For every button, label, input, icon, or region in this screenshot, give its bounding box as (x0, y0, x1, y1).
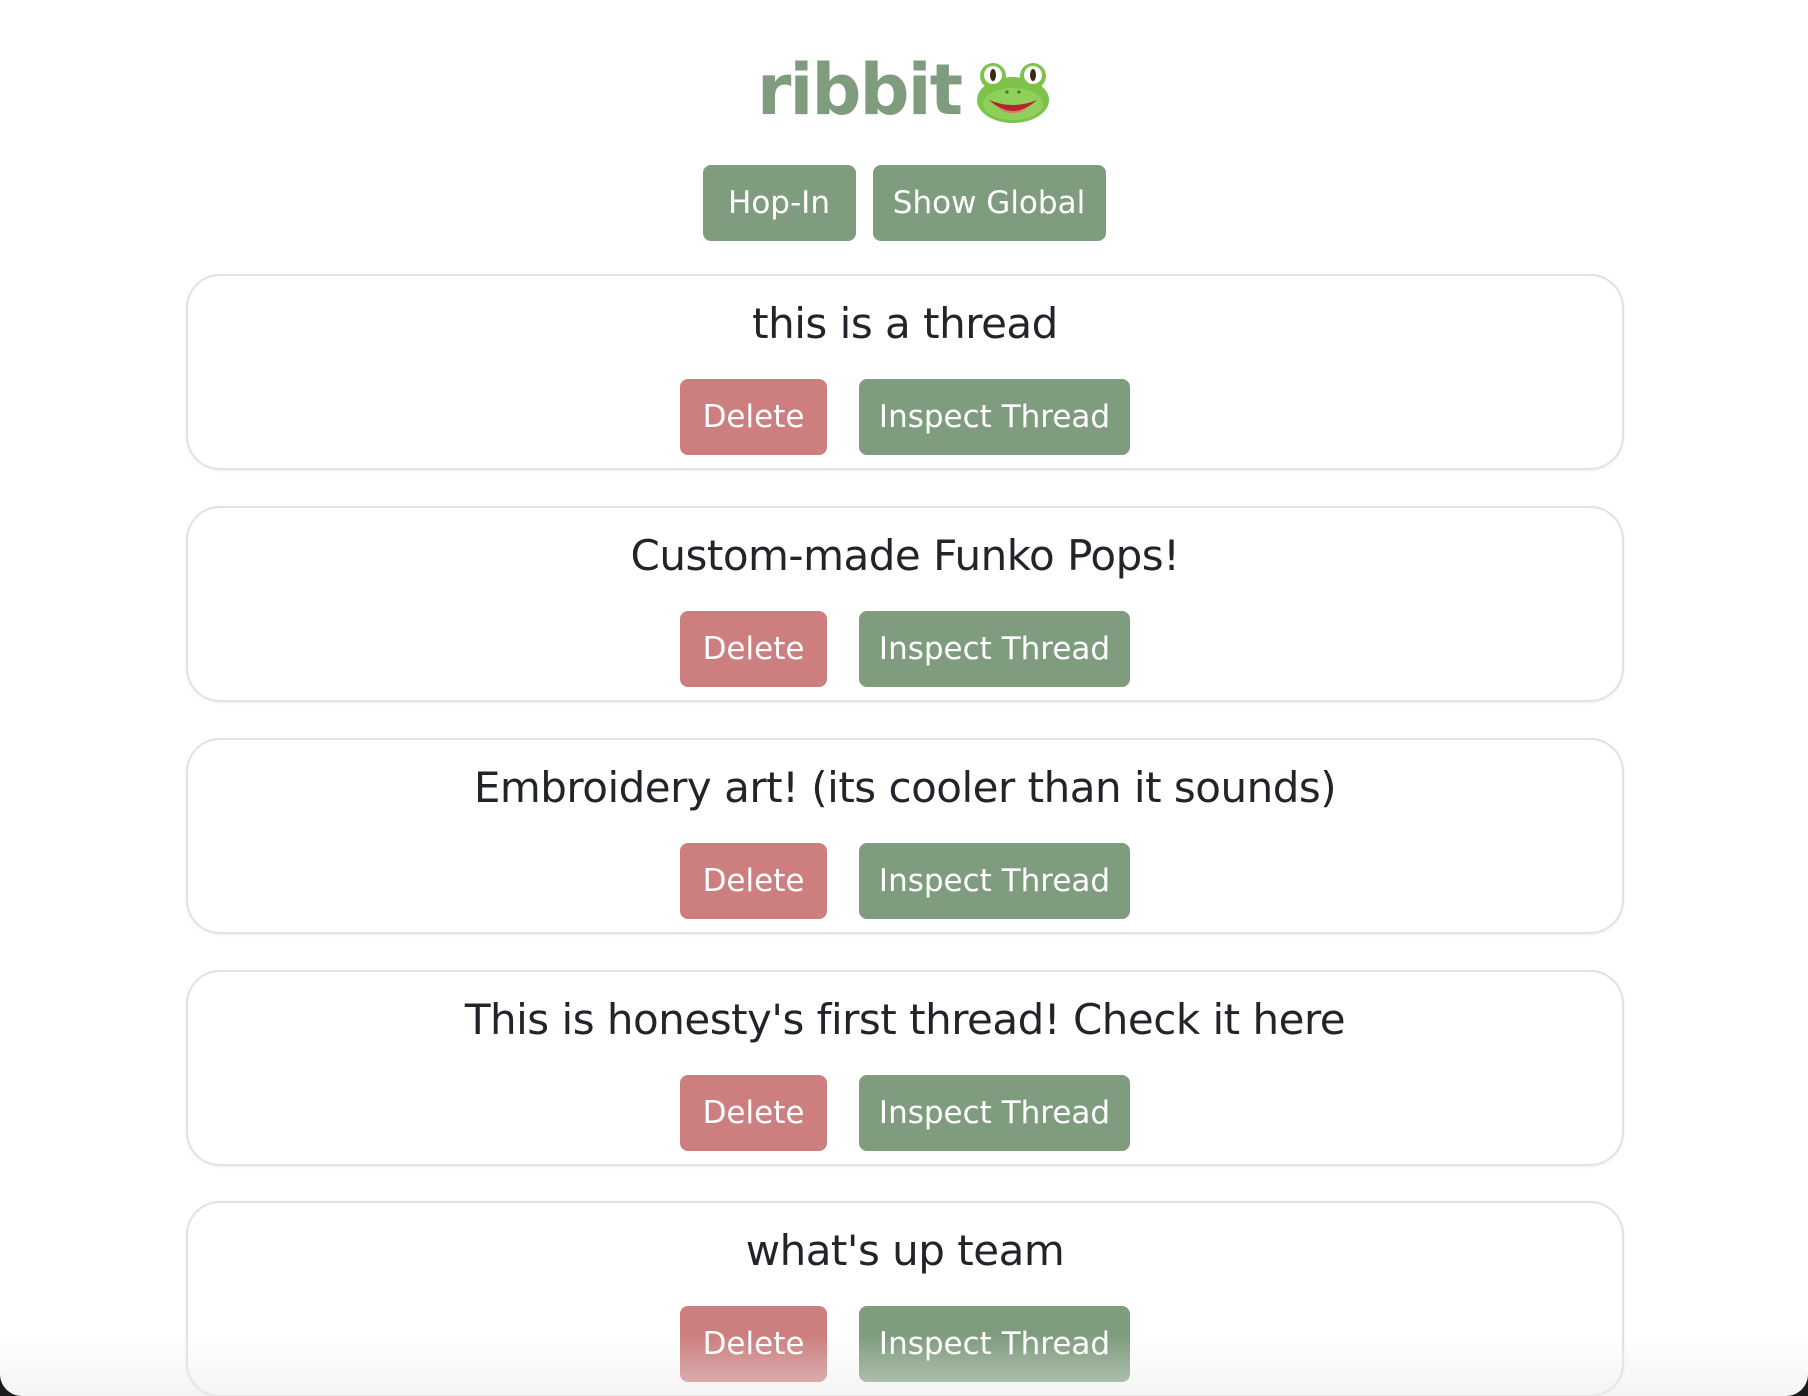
thread-title: This is honesty's first thread! Check it… (464, 995, 1346, 1044)
show-global-button[interactable]: Show Global (872, 165, 1106, 241)
inspect-thread-button[interactable]: Inspect Thread (859, 1306, 1130, 1382)
thread-card: This is honesty's first thread! Check it… (186, 970, 1624, 1166)
inspect-thread-button[interactable]: Inspect Thread (859, 611, 1130, 687)
thread-actions: Delete Inspect Thread (188, 843, 1622, 919)
top-nav: Hop-In Show Global (0, 165, 1808, 241)
inspect-thread-button[interactable]: Inspect Thread (859, 843, 1130, 919)
delete-thread-button[interactable]: Delete (680, 1306, 827, 1382)
thread-card: Custom-made Funko Pops! Delete Inspect T… (186, 506, 1624, 702)
browser-viewport: ribbit Hop-In Show Global this is a thre… (0, 0, 1808, 1396)
thread-card: Embroidery art! (its cooler than it soun… (186, 738, 1624, 934)
delete-thread-button[interactable]: Delete (680, 379, 827, 455)
thread-actions: Delete Inspect Thread (188, 1306, 1622, 1382)
delete-thread-button[interactable]: Delete (680, 843, 827, 919)
inspect-thread-button[interactable]: Inspect Thread (859, 379, 1130, 455)
delete-thread-button[interactable]: Delete (680, 611, 827, 687)
thread-actions: Delete Inspect Thread (188, 379, 1622, 455)
thread-actions: Delete Inspect Thread (188, 611, 1622, 687)
site-logo[interactable]: ribbit (0, 48, 1808, 132)
delete-thread-button[interactable]: Delete (680, 1075, 827, 1151)
inspect-thread-button[interactable]: Inspect Thread (859, 1075, 1130, 1151)
frog-face-icon (975, 58, 1051, 123)
thread-title: what's up team (745, 1226, 1065, 1275)
hop-in-button[interactable]: Hop-In (702, 165, 856, 241)
thread-card: what's up team Delete Inspect Thread (186, 1201, 1624, 1396)
logo-text: ribbit (756, 49, 963, 131)
thread-title: Custom-made Funko Pops! (630, 531, 1180, 580)
thread-title: this is a thread (752, 299, 1058, 348)
thread-card: this is a thread Delete Inspect Thread (186, 274, 1624, 470)
thread-title: Embroidery art! (its cooler than it soun… (473, 763, 1337, 812)
thread-actions: Delete Inspect Thread (188, 1075, 1622, 1151)
